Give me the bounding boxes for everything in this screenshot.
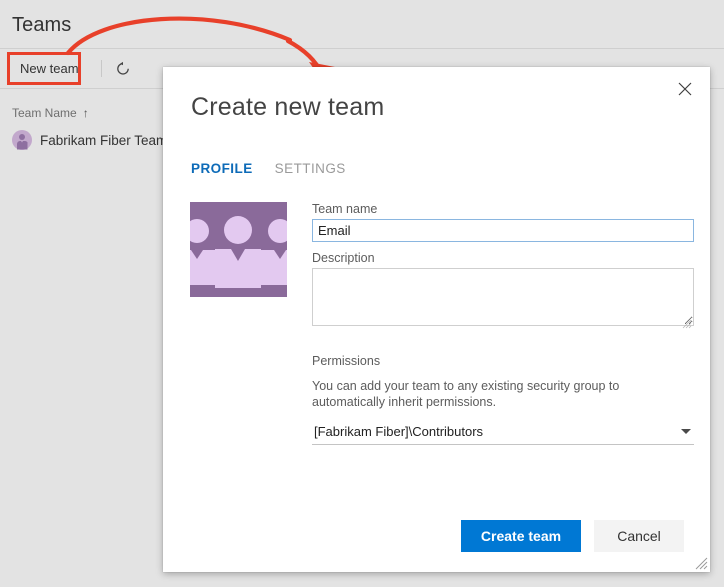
toolbar-separator <box>101 60 102 77</box>
new-team-button[interactable]: New team <box>12 57 87 80</box>
description-textarea[interactable] <box>312 268 694 326</box>
table-row[interactable]: Fabrikam Fiber Team <box>12 130 167 150</box>
team-name-field-label: Team name <box>312 202 694 216</box>
description-field-label: Description <box>312 251 694 265</box>
security-group-select[interactable]: [Fabrikam Fiber]\Contributors <box>312 421 694 445</box>
refresh-icon[interactable] <box>110 56 136 82</box>
security-group-selected-value: [Fabrikam Fiber]\Contributors <box>312 422 694 442</box>
profile-form-row: Team name Description <box>163 202 710 331</box>
create-team-button[interactable]: Create team <box>461 520 581 552</box>
dialog-body: Team name Description Permissions You ca… <box>163 202 710 445</box>
tab-settings[interactable]: SETTINGS <box>275 161 346 179</box>
sort-ascending-icon: ↑ <box>83 106 89 120</box>
dialog-resize-grip-icon[interactable] <box>695 557 708 570</box>
profile-fields: Team name Description <box>312 202 694 331</box>
team-name-label: Fabrikam Fiber Team <box>40 133 167 148</box>
dialog-tabs: PROFILE SETTINGS <box>191 161 346 179</box>
dialog-title: Create new team <box>191 93 384 122</box>
page-title: Teams <box>12 14 71 37</box>
team-name-input[interactable] <box>312 219 694 242</box>
cancel-button[interactable]: Cancel <box>594 520 684 552</box>
team-people-icon[interactable] <box>190 202 287 297</box>
permissions-description: You can add your team to any existing se… <box>312 378 690 410</box>
close-icon[interactable] <box>670 75 700 103</box>
create-new-team-dialog: Create new team PROFILE SETTINGS <box>163 67 710 572</box>
dialog-footer: Create team Cancel <box>163 500 710 572</box>
team-avatar-icon <box>12 130 32 150</box>
column-header-label: Team Name <box>12 106 77 120</box>
column-header-team-name[interactable]: Team Name ↑ <box>12 106 89 120</box>
permissions-title: Permissions <box>312 354 694 368</box>
chevron-down-icon <box>681 429 691 434</box>
tab-profile[interactable]: PROFILE <box>191 161 253 179</box>
permissions-section: Permissions You can add your team to any… <box>312 354 694 445</box>
